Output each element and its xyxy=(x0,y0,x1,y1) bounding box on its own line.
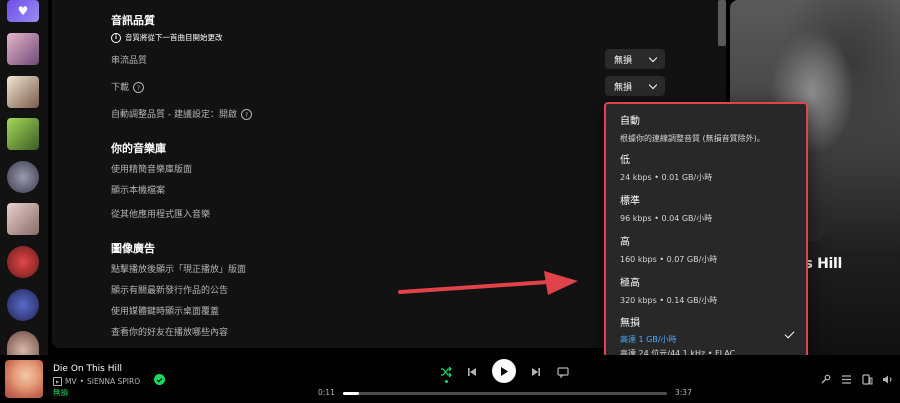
queue-icon[interactable] xyxy=(839,372,853,386)
audio-quality-note: i 音質將從下一首曲目開始更改 xyxy=(111,32,223,43)
skip-back-icon[interactable] xyxy=(464,364,480,380)
display-option-overlay: 使用媒體鍵時顯示桌面覆蓋 xyxy=(111,307,220,317)
option-desc: 高達 1 GB/小時 xyxy=(620,335,677,344)
library-item[interactable] xyxy=(7,76,39,108)
quality-dropdown-menu: 自動 根據你的連線調整音質 (無損音質除外)。 低 24 kbps • 0.01… xyxy=(604,102,808,365)
help-icon[interactable]: ? xyxy=(133,82,145,93)
mv-badge: MV xyxy=(65,377,77,386)
library-option-import: 從其他應用程式匯入音樂 xyxy=(111,210,211,220)
time-elapsed: 0:11 xyxy=(318,388,335,397)
shuffle-active-indicator xyxy=(445,380,448,383)
library-item[interactable] xyxy=(7,246,39,278)
now-playing-cover[interactable] xyxy=(5,360,43,398)
time-total: 3:37 xyxy=(675,388,692,397)
shuffle-icon[interactable] xyxy=(438,364,454,380)
quality-option-normal[interactable]: 標準 96 kbps • 0.04 GB/小時 xyxy=(620,192,712,224)
option-title: 低 xyxy=(620,155,630,166)
option-desc: 96 kbps • 0.04 GB/小時 xyxy=(620,214,713,223)
streaming-quality-select[interactable]: 無損 xyxy=(605,49,665,69)
display-option-friends: 查看你的好友在播放哪些內容 xyxy=(111,328,229,338)
mv-icon: ▶ xyxy=(53,377,62,386)
meta-separator: • xyxy=(79,377,85,386)
streaming-quality-value: 無損 xyxy=(614,55,633,66)
download-quality-value: 無損 xyxy=(614,82,633,93)
library-option-compact: 使用精簡音樂庫版面 xyxy=(111,165,193,175)
skip-forward-icon[interactable] xyxy=(528,364,544,380)
quality-option-auto[interactable]: 自動 根據你的連線調整音質 (無損音質除外)。 xyxy=(620,112,765,144)
now-playing-title[interactable]: Die On This Hill xyxy=(53,364,122,374)
note-text: 音質將從下一首曲目開始更改 xyxy=(125,33,223,42)
option-title: 標準 xyxy=(620,196,640,207)
option-desc: 320 kbps • 0.14 GB/小時 xyxy=(620,296,718,305)
liked-songs-tile[interactable]: ♥ xyxy=(7,0,39,22)
library-heading: 你的音樂庫 xyxy=(111,142,166,155)
info-icon: i xyxy=(111,32,121,43)
display-option-announcements: 顯示有關最新發行作品的公告 xyxy=(111,286,229,296)
chevron-down-icon xyxy=(648,53,658,62)
display-heading: 圖像廣告 xyxy=(111,242,155,255)
audio-quality-heading: 音訊品質 xyxy=(111,14,155,27)
quality-badge: 無損 xyxy=(53,388,68,397)
option-desc: 24 kbps • 0.01 GB/小時 xyxy=(620,173,713,182)
library-item[interactable] xyxy=(7,161,39,193)
option-title: 無損 xyxy=(620,318,640,329)
streaming-quality-label: 串流品質 xyxy=(111,56,148,66)
connect-device-icon[interactable] xyxy=(860,372,874,386)
scrollbar-thumb[interactable] xyxy=(718,0,726,46)
option-title: 自動 xyxy=(620,116,640,127)
library-rail: ♥ xyxy=(0,0,48,355)
help-icon[interactable]: ? xyxy=(240,109,252,120)
option-desc: 160 kbps • 0.07 GB/小時 xyxy=(620,255,718,264)
quality-option-lossless[interactable]: 無損 高達 1 GB/小時 高達 24 位元/44.1 kHz • FLAC xyxy=(620,314,735,359)
library-option-local-files: 顯示本機檔案 xyxy=(111,186,166,196)
library-item[interactable] xyxy=(7,331,39,355)
library-item[interactable] xyxy=(7,203,39,235)
volume-icon[interactable] xyxy=(880,372,894,386)
auto-adjust-label: 自動調整品質 - 建議設定：開啟? xyxy=(111,107,252,120)
option-title: 高 xyxy=(620,237,630,248)
heart-icon: ♥ xyxy=(17,4,29,18)
play-icon xyxy=(501,366,508,376)
quality-option-very-high[interactable]: 極高 320 kbps • 0.14 GB/小時 xyxy=(620,274,717,306)
auto-adjust-text: 自動調整品質 - 建議設定：開啟 xyxy=(111,110,237,120)
library-item[interactable] xyxy=(7,118,39,150)
library-item[interactable] xyxy=(7,33,39,65)
chevron-down-icon xyxy=(648,80,658,89)
progress-track[interactable] xyxy=(343,392,667,395)
option-desc: 根據你的連線調整音質 (無損音質除外)。 xyxy=(620,134,765,143)
saved-check-icon[interactable] xyxy=(154,374,165,385)
download-quality-select[interactable]: 無損 xyxy=(605,76,665,96)
now-playing-meta: ▶ MV • SIENNA SPIRO xyxy=(53,377,140,386)
annotation-arrow xyxy=(398,271,578,295)
lyrics-icon[interactable] xyxy=(555,364,571,380)
download-label-text: 下載 xyxy=(111,83,130,93)
display-option-now-playing: 點擊播放後顯示「現正播放」版面 xyxy=(111,265,247,275)
option-title: 極高 xyxy=(620,278,640,289)
progress-fill xyxy=(343,392,359,395)
check-icon xyxy=(784,328,795,339)
quality-option-low[interactable]: 低 24 kbps • 0.01 GB/小時 xyxy=(620,151,712,183)
library-item[interactable] xyxy=(7,289,39,321)
now-playing-artist[interactable]: SIENNA SPIRO xyxy=(87,377,140,386)
microphone-icon[interactable] xyxy=(818,372,832,386)
play-button[interactable] xyxy=(492,359,516,383)
quality-option-high[interactable]: 高 160 kbps • 0.07 GB/小時 xyxy=(620,233,717,265)
download-quality-label: 下載? xyxy=(111,80,145,93)
